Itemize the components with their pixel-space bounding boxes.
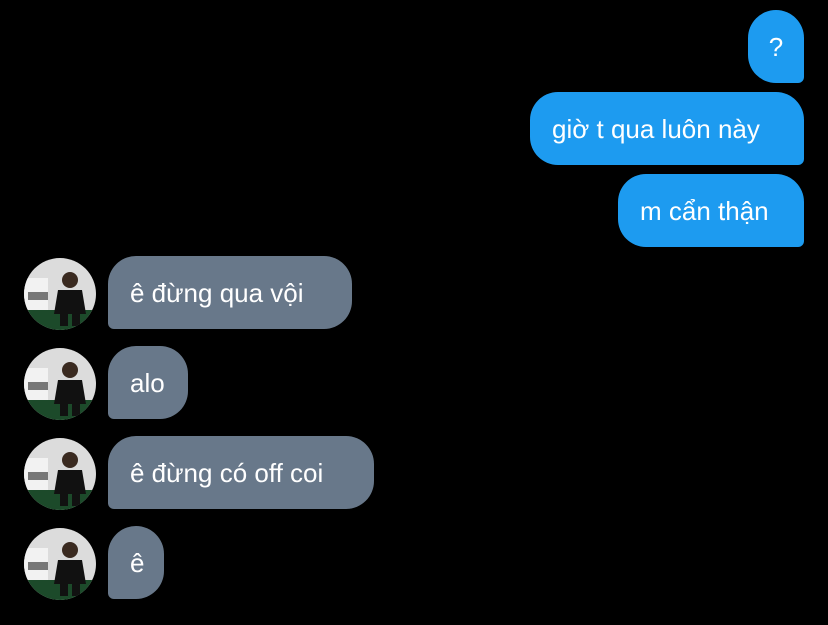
contact-avatar[interactable]: [24, 348, 96, 420]
avatar-photo-icon: [24, 258, 96, 330]
received-message-text: ê đừng có off coi: [130, 457, 324, 488]
contact-avatar[interactable]: [24, 438, 96, 510]
received-message-text: alo: [130, 367, 165, 398]
sent-message-text: m cẩn thận: [640, 195, 769, 226]
avatar-photo-icon: [24, 438, 96, 510]
avatar-photo-icon: [24, 528, 96, 600]
avatar-photo-icon: [24, 348, 96, 420]
received-message-bubble[interactable]: ê đừng có off coi: [108, 436, 374, 509]
sent-message-bubble[interactable]: giờ t qua luôn này: [530, 92, 804, 165]
sent-message-text: giờ t qua luôn này: [552, 113, 760, 144]
sent-message-bubble[interactable]: m cẩn thận: [618, 174, 804, 247]
contact-avatar[interactable]: [24, 528, 96, 600]
contact-avatar[interactable]: [24, 258, 96, 330]
received-message-text: ê đừng qua vội: [130, 277, 304, 308]
sent-message-text: ?: [768, 31, 784, 62]
received-message-bubble[interactable]: alo: [108, 346, 188, 419]
received-message-text: ê: [130, 547, 145, 578]
received-message-bubble[interactable]: ê đừng qua vội: [108, 256, 352, 329]
sent-message-bubble[interactable]: ?: [748, 10, 804, 83]
received-message-bubble[interactable]: ê: [108, 526, 164, 599]
